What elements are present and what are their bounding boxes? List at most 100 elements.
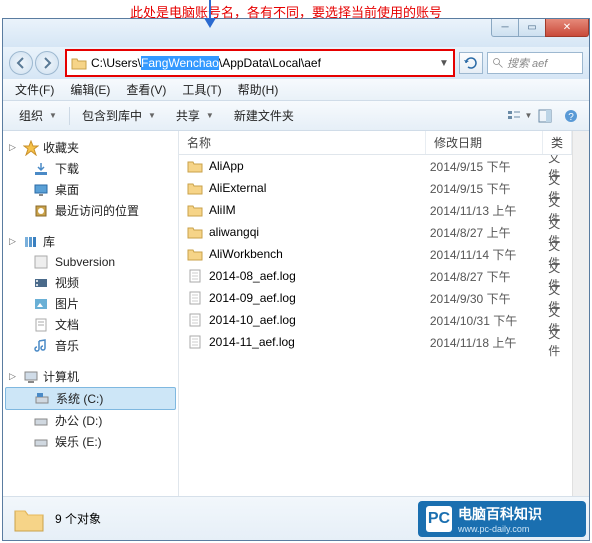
nav-computer-group: ▷ 计算机 系统 (C:) 办公 (D:) 娱乐 (E:)	[3, 366, 178, 452]
menu-view[interactable]: 查看(V)	[118, 79, 174, 100]
music-icon	[33, 338, 49, 354]
file-name-cell: AliApp	[187, 158, 430, 174]
file-row[interactable]: 2014-08_aef.log2014/8/27 下午文件	[179, 265, 572, 287]
nav-favorites-group: ▷ 收藏夹 下载 桌面 最近访问的位置	[3, 137, 178, 221]
file-row[interactable]: aliwangqi2014/8/27 上午文件	[179, 221, 572, 243]
new-folder-button[interactable]: 新建文件夹	[224, 104, 304, 127]
nav-buttons	[9, 51, 59, 75]
nav-label: Subversion	[55, 255, 115, 269]
file-icon	[187, 334, 203, 350]
organize-label: 组织	[19, 107, 43, 124]
separator	[69, 107, 70, 125]
file-list-pane: 名称 修改日期 类 AliApp2014/9/15 下午文件AliExterna…	[179, 131, 572, 496]
address-input[interactable]: C:\Users\FangWenchao\AppData\Local\aef	[91, 56, 435, 70]
nav-label: 最近访问的位置	[55, 202, 139, 219]
watermark: PC 电脑百科知识 www.pc-daily.com	[418, 501, 586, 537]
nav-item-subversion[interactable]: Subversion	[3, 252, 178, 272]
address-prefix: C:\Users\	[91, 56, 141, 70]
menu-edit[interactable]: 编辑(E)	[62, 79, 118, 100]
chevron-down-icon: ▼	[49, 111, 57, 120]
nav-item-pictures[interactable]: 图片	[3, 293, 178, 314]
annotation-arrow-icon	[200, 0, 220, 28]
navigation-pane[interactable]: ▷ 收藏夹 下载 桌面 最近访问的位置	[3, 131, 179, 496]
file-row[interactable]: 2014-11_aef.log2014/11/18 上午文件	[179, 331, 572, 353]
content-area: ▷ 收藏夹 下载 桌面 最近访问的位置	[3, 131, 589, 496]
nav-item-drive-c[interactable]: 系统 (C:)	[5, 387, 176, 410]
search-input[interactable]: 搜索 aef	[487, 52, 583, 74]
organize-button[interactable]: 组织 ▼	[9, 104, 67, 127]
address-suffix: \AppData\Local\aef	[219, 56, 321, 70]
file-row[interactable]: 2014-09_aef.log2014/9/30 下午文件	[179, 287, 572, 309]
file-date-cell: 2014/9/30 下午	[430, 290, 548, 307]
menu-help[interactable]: 帮助(H)	[230, 79, 287, 100]
nav-favorites-label: 收藏夹	[43, 139, 79, 156]
search-placeholder: 搜索 aef	[507, 55, 547, 71]
help-button[interactable]: ?	[559, 105, 583, 127]
file-row[interactable]: AliApp2014/9/15 下午文件	[179, 155, 572, 177]
nav-item-drive-d[interactable]: 办公 (D:)	[3, 410, 178, 431]
column-name[interactable]: 名称	[179, 131, 426, 154]
nav-item-drive-e[interactable]: 娱乐 (E:)	[3, 431, 178, 452]
column-date[interactable]: 修改日期	[426, 131, 543, 154]
preview-pane-button[interactable]	[533, 105, 557, 127]
address-dropdown[interactable]: ▼	[435, 58, 453, 69]
chevron-down-icon: ▼	[148, 111, 156, 120]
nav-computer-label: 计算机	[43, 368, 79, 385]
file-name-cell: 2014-11_aef.log	[187, 334, 430, 350]
nav-favorites-header[interactable]: ▷ 收藏夹	[3, 137, 178, 158]
arrow-left-icon	[13, 55, 29, 71]
forward-button[interactable]	[35, 51, 59, 75]
file-row[interactable]: AliExternal2014/9/15 下午文件	[179, 177, 572, 199]
file-row[interactable]: 2014-10_aef.log2014/10/31 下午文件	[179, 309, 572, 331]
svn-icon	[33, 254, 49, 270]
nav-item-music[interactable]: 音乐	[3, 335, 178, 356]
include-in-library-button[interactable]: 包含到库中▼	[72, 104, 166, 127]
folder-icon	[187, 202, 203, 218]
nav-libraries-header[interactable]: ▷ 库	[3, 231, 178, 252]
menu-file[interactable]: 文件(F)	[7, 79, 62, 100]
menu-tools[interactable]: 工具(T)	[174, 79, 229, 100]
video-icon	[33, 275, 49, 291]
preview-icon	[537, 108, 553, 124]
refresh-button[interactable]	[459, 52, 483, 74]
file-name: 2014-09_aef.log	[209, 291, 296, 305]
back-button[interactable]	[9, 51, 33, 75]
nav-item-desktop[interactable]: 桌面	[3, 179, 178, 200]
file-icon	[187, 312, 203, 328]
nav-computer-header[interactable]: ▷ 计算机	[3, 366, 178, 387]
file-row[interactable]: AliWorkbench2014/11/14 下午文件	[179, 243, 572, 265]
annotation-text: 此处是电脑账号名，各有不同，要选择当前使用的账号	[130, 2, 442, 21]
file-name: aliwangqi	[209, 225, 259, 239]
watermark-logo-icon: PC	[426, 506, 452, 532]
view-options-button[interactable]: ▼	[507, 105, 531, 127]
file-name: 2014-10_aef.log	[209, 313, 296, 327]
close-button[interactable]: ✕	[545, 19, 589, 37]
minimize-button[interactable]: ─	[491, 19, 519, 37]
nav-item-downloads[interactable]: 下载	[3, 158, 178, 179]
watermark-text: 电脑百科知识 www.pc-daily.com	[458, 504, 542, 534]
drive-icon	[33, 413, 49, 429]
folder-icon	[187, 246, 203, 262]
file-date-cell: 2014/11/14 下午	[430, 246, 548, 263]
share-button[interactable]: 共享▼	[166, 104, 224, 127]
file-date-cell: 2014/9/15 下午	[430, 180, 548, 197]
download-icon	[33, 161, 49, 177]
vertical-scrollbar[interactable]	[572, 131, 589, 496]
file-icon	[187, 268, 203, 284]
file-date-cell: 2014/11/18 上午	[430, 334, 548, 351]
maximize-button[interactable]: ▭	[518, 19, 546, 37]
toolbar-right: ▼ ?	[507, 105, 583, 127]
chevron-down-icon: ▼	[206, 111, 214, 120]
file-list[interactable]: AliApp2014/9/15 下午文件AliExternal2014/9/15…	[179, 155, 572, 496]
file-row[interactable]: AliIM2014/11/13 上午文件	[179, 199, 572, 221]
column-type[interactable]: 类	[543, 131, 572, 154]
nav-item-videos[interactable]: 视频	[3, 272, 178, 293]
nav-label: 图片	[55, 295, 79, 312]
nav-item-documents[interactable]: 文档	[3, 314, 178, 335]
status-count: 9 个对象	[55, 510, 101, 527]
file-date-cell: 2014/8/27 上午	[430, 224, 548, 241]
folder-icon	[187, 224, 203, 240]
watermark-sub: www.pc-daily.com	[458, 524, 542, 534]
explorer-window: ─ ▭ ✕ C:\Users\FangWenchao\AppData\Local…	[2, 18, 590, 541]
nav-item-recent[interactable]: 最近访问的位置	[3, 200, 178, 221]
